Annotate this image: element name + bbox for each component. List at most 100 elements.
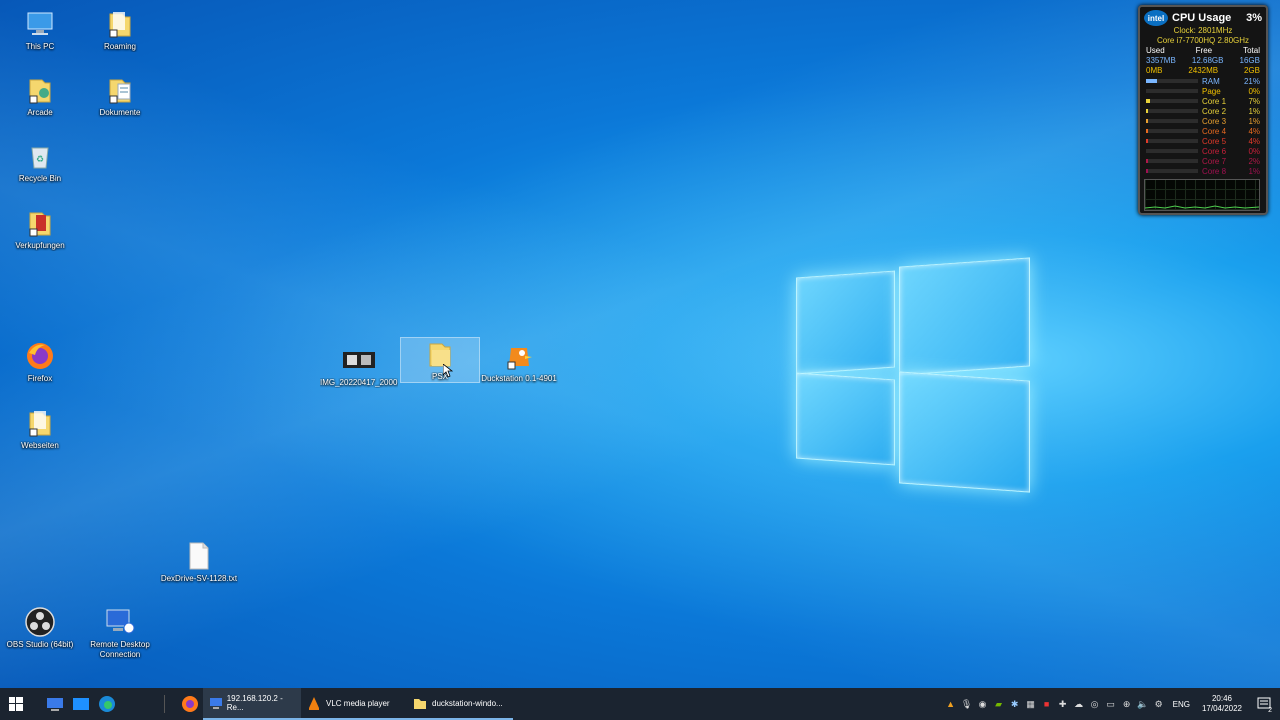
language-indicator[interactable]: ENG: [1167, 700, 1196, 709]
desktop-icon-this-pc[interactable]: This PC: [1, 8, 79, 52]
camera-icon[interactable]: ◎: [1087, 688, 1103, 720]
usage-bar-track: [1146, 139, 1198, 143]
desktop-icon-verkupfungen[interactable]: Verkupfungen: [1, 207, 79, 251]
desktop-icon-label: Arcade: [27, 108, 53, 117]
obs-studio-icon: [24, 606, 56, 638]
nvidia-icon[interactable]: ▰: [991, 688, 1007, 720]
desktop-icon-arcade[interactable]: Arcade: [1, 74, 79, 118]
usage-bar-track: [1146, 149, 1198, 153]
battery-icon[interactable]: ▭: [1103, 688, 1119, 720]
usage-bar-fill: [1146, 169, 1149, 173]
usage-bar-row: Core 8 1%: [1140, 166, 1266, 176]
pinned-app-rdp[interactable]: [42, 688, 68, 720]
usage-bar-row: RAM 21%: [1140, 76, 1266, 86]
desktop-icon-roaming[interactable]: Roaming: [81, 8, 159, 52]
mouse-cursor-icon: [443, 364, 453, 378]
network-adapter-icon[interactable]: ▦: [1023, 688, 1039, 720]
image-thumbnail-icon: [343, 344, 375, 376]
usage-bar-row: Core 3 1%: [1140, 116, 1266, 126]
taskbar-app-explorer-duckstation[interactable]: duckstation-windo...: [407, 688, 513, 720]
taskbar-app-remote-desktop[interactable]: 192.168.120.2 - Re...: [203, 688, 301, 720]
settings-gear-icon[interactable]: ⚙: [1151, 688, 1167, 720]
start-button[interactable]: [0, 688, 32, 720]
usage-bar-value: 1%: [1248, 106, 1260, 116]
pinned-app-edge[interactable]: [94, 688, 120, 720]
desktop-icon-img-file[interactable]: IMG_20220417_2000...: [320, 344, 398, 388]
usage-bar-name: Core 4: [1202, 126, 1227, 136]
usage-bar-fill: [1146, 139, 1149, 143]
clock-time: 20:46: [1211, 694, 1232, 703]
usage-bar-value: 7%: [1248, 96, 1260, 106]
bluetooth-icon[interactable]: ✱: [1007, 688, 1023, 720]
red-app-icon[interactable]: ■: [1039, 688, 1055, 720]
cpu-name: Core i7-7700HQ 2.80GHz: [1156, 36, 1250, 45]
windows-logo-wallpaper: [796, 256, 1030, 493]
firefox-icon: [24, 340, 56, 372]
usage-bar-name: Core 5: [1202, 136, 1227, 146]
desktop-icon-label: Webseiten: [21, 441, 59, 450]
globe-network-icon[interactable]: ⊕: [1119, 688, 1135, 720]
desktop-icon-recycle-bin[interactable]: ♻ Recycle Bin: [1, 140, 79, 184]
recycle-bin-icon: ♻: [24, 140, 56, 172]
notification-center-button[interactable]: 2: [1248, 688, 1280, 720]
desktop-icon-dexdrive-txt[interactable]: DexDrive-SV-1128.txt: [160, 540, 238, 584]
memory-row: 3357MB 12.68GB 16GB: [1140, 56, 1266, 66]
desktop-icon-label: Duckstation 0.1-4901: [481, 374, 557, 383]
desktop-icon-obs-studio[interactable]: OBS Studio (64bit): [1, 606, 79, 650]
intel-logo-icon: intel: [1144, 10, 1168, 26]
page-used: 0MB: [1146, 66, 1163, 75]
text-file-icon: [183, 540, 215, 572]
desktop-icon-label: PSX: [431, 372, 448, 381]
desktop-icon-firefox[interactable]: Firefox: [1, 340, 79, 384]
desktop-icon-label: Dokumente: [99, 108, 141, 117]
firefox-icon: [182, 696, 198, 712]
mem-used: 3357MB: [1146, 56, 1176, 65]
taskbar-app-firefox[interactable]: [177, 688, 203, 720]
usage-bar-track: [1146, 129, 1198, 133]
shield-icon[interactable]: ✚: [1055, 688, 1071, 720]
usage-bar-value: 0%: [1248, 146, 1260, 156]
windows-start-icon: [9, 697, 23, 711]
page-total: 2GB: [1243, 66, 1260, 75]
usage-bar-row: Core 7 2%: [1140, 156, 1266, 166]
obs-tray-icon[interactable]: ◉: [975, 688, 991, 720]
cpu-percent: 3%: [1246, 12, 1262, 24]
desktop-icon-webseiten[interactable]: Webseiten: [1, 407, 79, 451]
usage-bar-value: 1%: [1248, 116, 1260, 126]
logo-pane: [796, 372, 895, 466]
folder-shortcut-icon: [104, 8, 136, 40]
usage-bar-track: [1146, 159, 1198, 163]
usage-bar-value: 1%: [1248, 166, 1260, 176]
folder-red-icon: [24, 207, 56, 239]
desktop-icon-label: Remote Desktop Connection: [90, 640, 150, 659]
page-free: 2432MB: [1188, 66, 1219, 75]
header-free: Free: [1195, 46, 1213, 55]
system-tray: ▲ 🎙 ◉ ▰ ✱ ▦ ■ ✚ ☁ ◎ ▭ ⊕ 🔈 ⚙ ENG 20:46 17…: [943, 688, 1280, 720]
blue-window-icon: [73, 698, 89, 710]
microphone-icon[interactable]: 🎙: [959, 688, 975, 720]
usage-bar-name: Core 2: [1202, 106, 1227, 116]
desktop-icon-label: DexDrive-SV-1128.txt: [160, 574, 238, 583]
remote-desktop-icon: [210, 698, 222, 709]
clock[interactable]: 20:46 17/04/2022: [1196, 694, 1248, 714]
cpu-usage-gadget[interactable]: intel CPU Usage 3% Clock: 2801MHz Core i…: [1138, 5, 1268, 215]
desktop-icon-dokumente[interactable]: Dokumente: [81, 74, 159, 118]
usage-bar-value: 2%: [1248, 156, 1260, 166]
usage-bar-fill: [1146, 79, 1157, 83]
cloud-icon[interactable]: ☁: [1071, 688, 1087, 720]
usage-bar-row: Core 2 1%: [1140, 106, 1266, 116]
warning-icon[interactable]: ▲: [943, 688, 959, 720]
volume-icon[interactable]: 🔈: [1135, 688, 1151, 720]
pinned-app-explorer[interactable]: [68, 688, 94, 720]
taskbar-app-vlc[interactable]: VLC media player: [301, 688, 407, 720]
desktop-icon-duckstation[interactable]: Duckstation 0.1-4901: [480, 340, 558, 384]
usage-bar-name: Core 1: [1202, 96, 1227, 106]
desktop-icon-remote-desktop[interactable]: Remote Desktop Connection: [81, 606, 159, 660]
usage-bar-name: Core 7: [1202, 156, 1227, 166]
taskbar-app-label: 192.168.120.2 - Re...: [226, 694, 283, 712]
remote-desktop-icon: [104, 606, 136, 638]
usage-bar-fill: [1146, 109, 1149, 113]
desktop-icon-psx[interactable]: PSX: [400, 337, 480, 383]
edge-icon: [99, 696, 115, 712]
clock-date: 17/04/2022: [1201, 704, 1242, 713]
